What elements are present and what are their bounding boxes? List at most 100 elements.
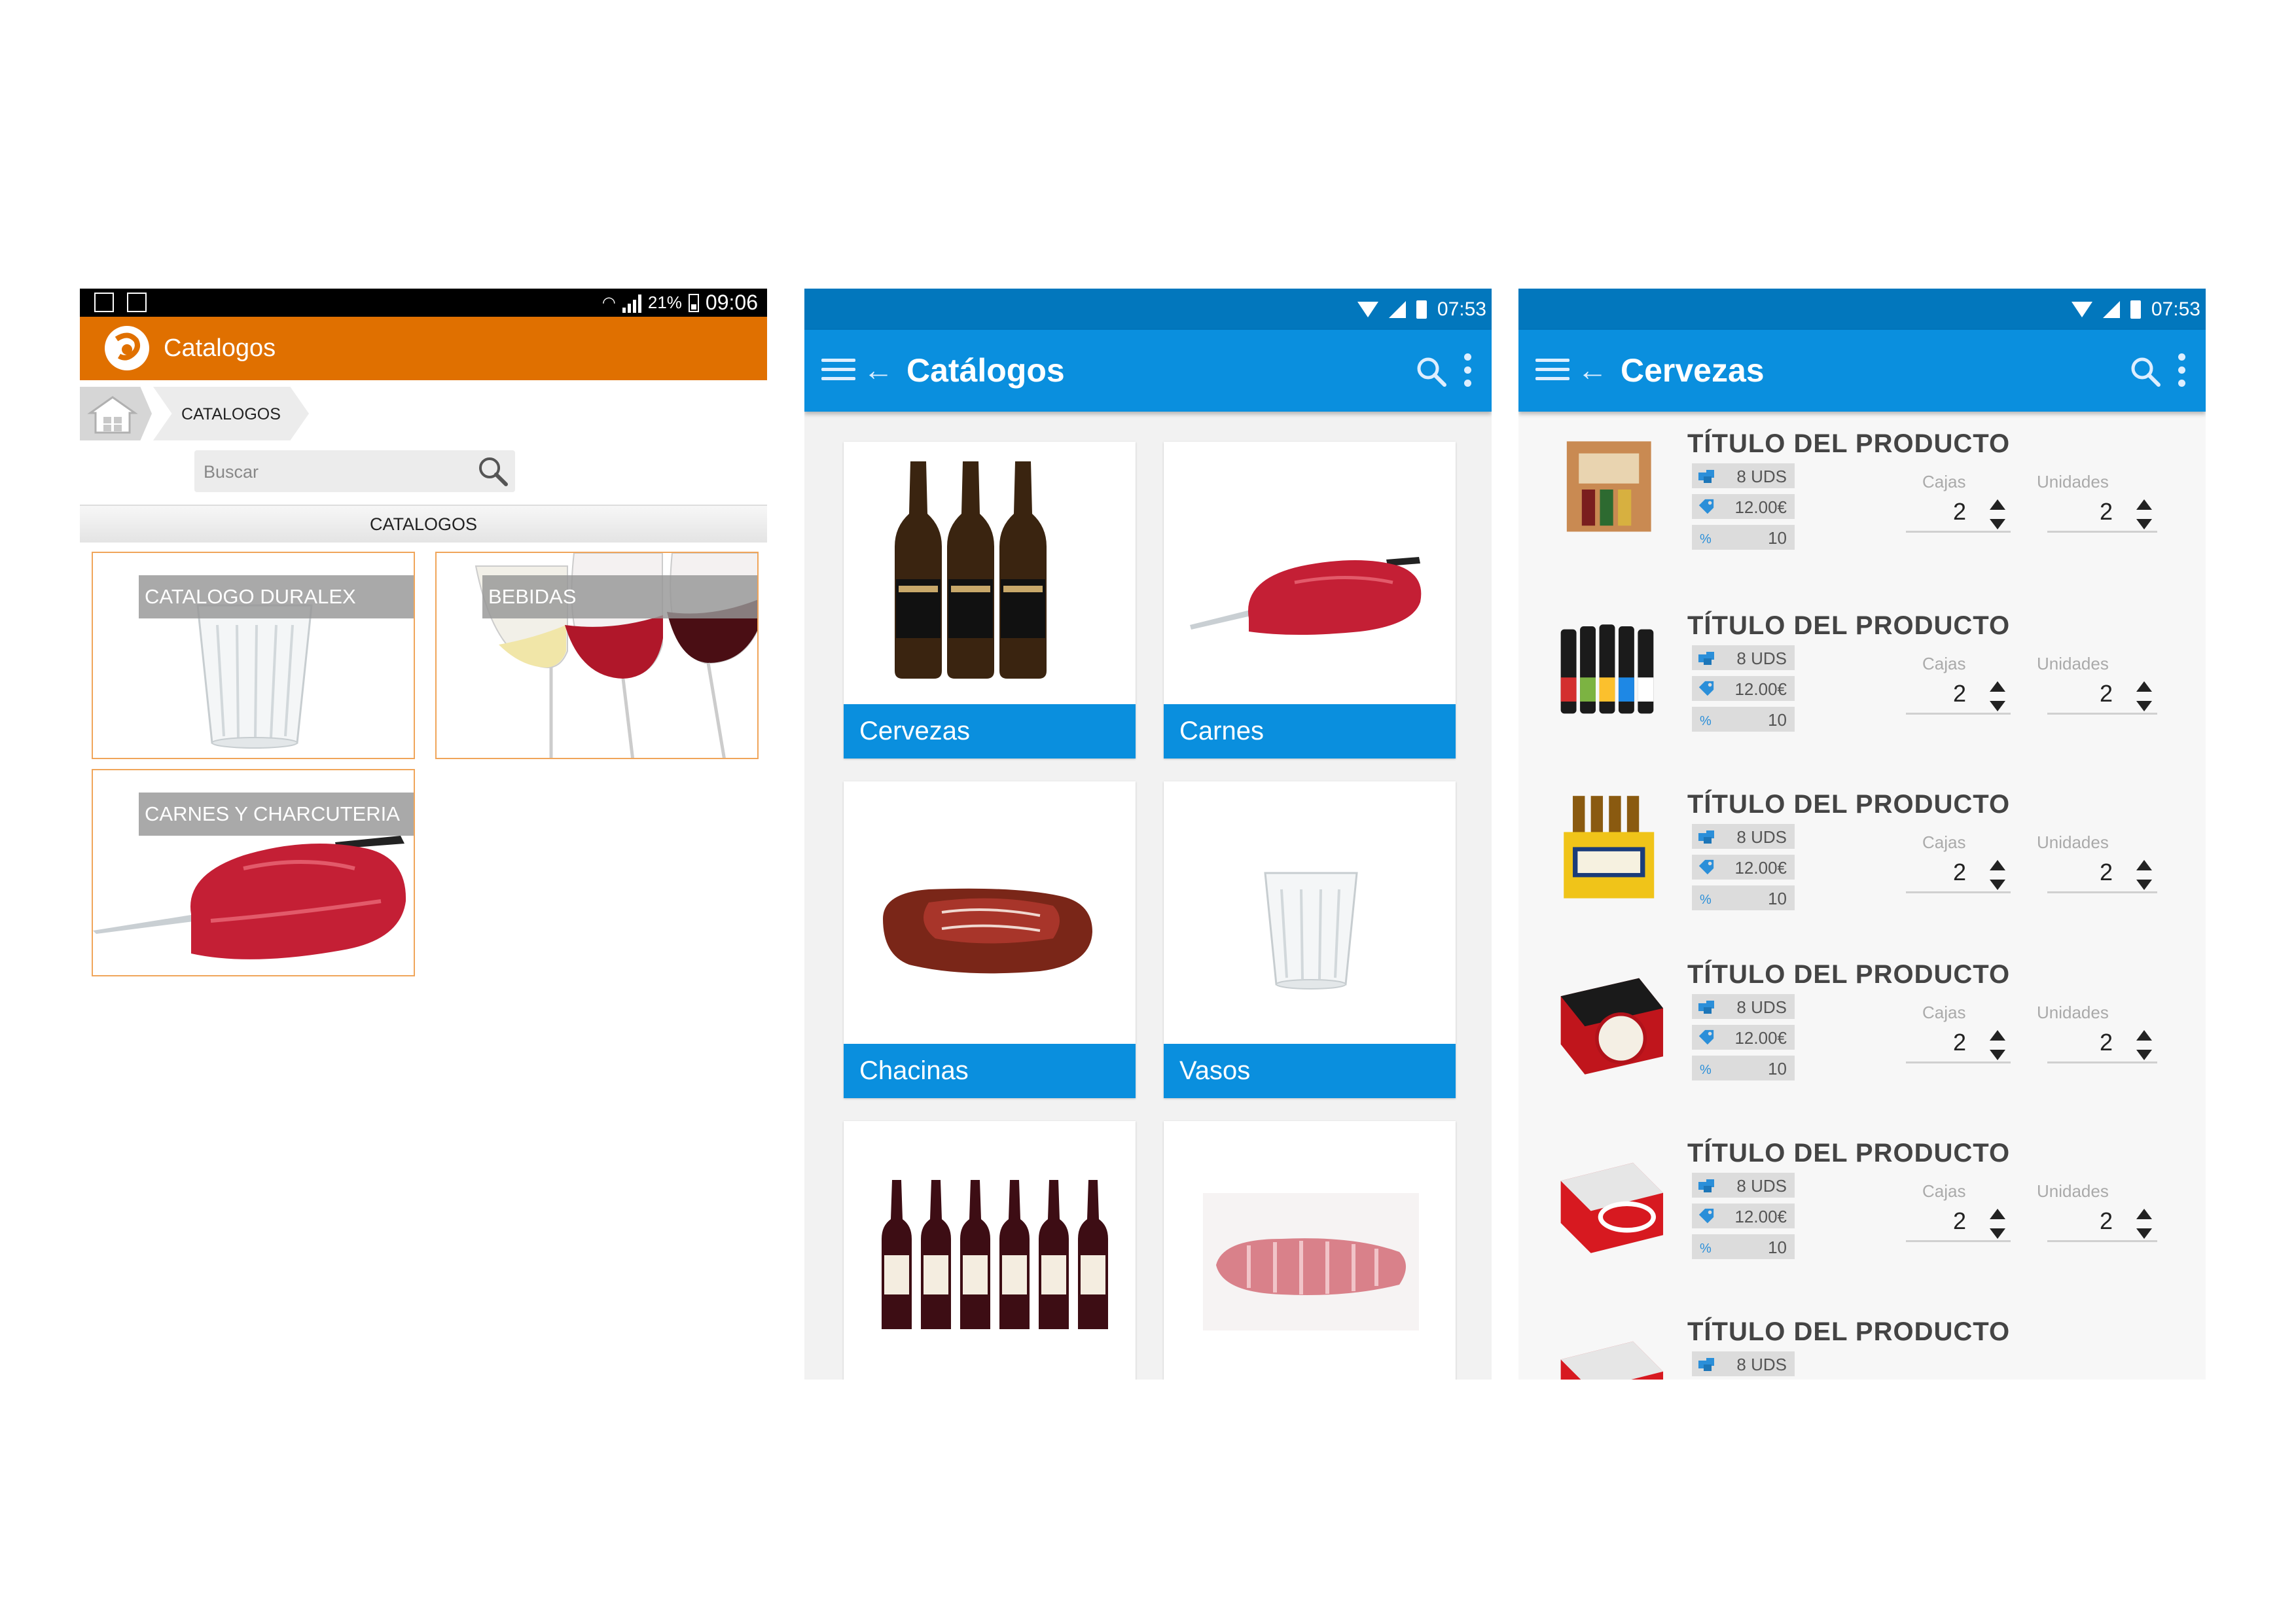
tile-label: BEBIDAS [482, 575, 757, 618]
product-title: TÍTULO DEL PRODUCTO [1687, 1317, 2011, 1346]
units-per-box: 8 UDS [1736, 1176, 1787, 1196]
catalog-tile-duralex[interactable]: CATALOGO DURALEX [92, 552, 415, 759]
product-row[interactable]: TÍTULO DEL PRODUCTO 8 UDS 12.00€% 10 Cajas 2 U… [1518, 774, 2206, 946]
catalog-card-vasos[interactable]: Vasos [1164, 781, 1456, 1098]
signal-icon [1388, 300, 1406, 318]
product-row[interactable]: TÍTULO DEL PRODUCTO 8 UDS [1518, 1301, 2206, 1380]
price-tag-icon [1698, 859, 1714, 875]
product-row[interactable]: TÍTULO DEL PRODUCTO 8 UDS 12.00€% 10 Cajas 2 U… [1518, 413, 2206, 597]
beer-bottles-image [895, 461, 1047, 679]
product-row[interactable]: TÍTULO DEL PRODUCTO 8 UDS 12.00€% 10 Cajas 2 U… [1518, 595, 2206, 776]
boxes-value[interactable]: 2 [1953, 680, 1966, 707]
product-row[interactable]: TÍTULO DEL PRODUCTO 8 UDS 12.00€% 10 Cajas 2 U… [1518, 1122, 2206, 1303]
units-per-box-badge: 8 UDS [1692, 824, 1795, 849]
price-tag-icon [1698, 681, 1714, 696]
search-icon[interactable] [1414, 355, 1448, 389]
signal-icon [2102, 300, 2120, 318]
product-title: TÍTULO DEL PRODUCTO [1687, 790, 2011, 819]
catalog-card-cervezas[interactable]: Cervezas [844, 442, 1136, 758]
price-badge: 12.00€ [1692, 1204, 1795, 1228]
price-badge: 12.00€ [1692, 855, 1795, 880]
card-label: Cervezas [844, 704, 1136, 758]
app-logo-icon[interactable] [103, 325, 151, 372]
search-input[interactable]: Buscar [194, 450, 515, 492]
product-title: TÍTULO DEL PRODUCTO [1687, 611, 2011, 640]
price: 12.00€ [1734, 858, 1787, 878]
units-value[interactable]: 2 [2100, 680, 2113, 707]
boxes-stepper-icon[interactable] [1987, 676, 2008, 715]
search-icon[interactable] [476, 454, 510, 488]
battery-icon [2130, 300, 2141, 319]
boxes-icon [1698, 652, 1714, 665]
more-options-icon[interactable] [1464, 353, 1472, 393]
units-per-box: 8 UDS [1736, 467, 1787, 486]
breadcrumb-catalogos[interactable]: CATALOGOS [153, 387, 309, 440]
catalog-card-costillas[interactable] [1164, 1121, 1456, 1380]
catalog-card-chacinas[interactable]: Chacinas [844, 781, 1136, 1098]
menu-icon[interactable] [821, 359, 855, 385]
units-label: Unidades [2037, 1181, 2109, 1201]
units-per-box-badge: 8 UDS [1692, 463, 1795, 488]
more-options-icon[interactable] [2178, 353, 2186, 393]
breadcrumb-home[interactable] [80, 387, 152, 440]
discount: 10 [1768, 528, 1787, 548]
tile-label: CARNES Y CHARCUTERIA [139, 793, 414, 836]
units-per-box: 8 UDS [1736, 827, 1787, 847]
card-label: Chacinas [844, 1044, 1136, 1098]
units-label: Unidades [2037, 654, 2109, 673]
units-stepper-icon[interactable] [2134, 676, 2155, 715]
back-arrow-icon[interactable]: ← [863, 355, 893, 385]
boxes-value[interactable]: 2 [1953, 859, 1966, 886]
discount: 10 [1768, 889, 1787, 908]
boxes-icon [1698, 1001, 1714, 1014]
boxes-stepper-icon[interactable] [1987, 855, 2008, 894]
units-per-box-badge: 8 UDS [1692, 994, 1795, 1019]
product-title: TÍTULO DEL PRODUCTO [1687, 960, 2011, 989]
boxes-value[interactable]: 2 [1953, 1029, 1966, 1056]
catalog-card-carnes[interactable]: Carnes [1164, 442, 1456, 758]
units-stepper-icon[interactable] [2134, 1025, 2155, 1064]
units-value[interactable]: 2 [2100, 1029, 2113, 1056]
search-icon[interactable] [2128, 355, 2162, 389]
product-thumbnail [1560, 978, 1664, 1075]
units-value[interactable]: 2 [2100, 859, 2113, 886]
boxes-stepper-icon[interactable] [1987, 1025, 2008, 1064]
units-per-box: 8 UDS [1736, 649, 1787, 668]
catalog-tile-bebidas[interactable]: BEBIDAS [435, 552, 759, 759]
percent-icon: % [1700, 1241, 1712, 1255]
units-stepper-icon[interactable] [2134, 494, 2155, 533]
product-list-screen: 07:53 ← Cervezas TÍTULO DEL PRODUCTO 8 UD… [1518, 289, 2206, 1380]
product-thumbnail [1566, 441, 1651, 532]
back-arrow-icon[interactable]: ← [1577, 355, 1607, 385]
svg-text:%: % [1700, 532, 1712, 546]
boxes-label: Cajas [1922, 654, 1966, 673]
glass-image [1264, 872, 1358, 990]
boxes-value[interactable]: 2 [1953, 1207, 1966, 1235]
units-label: Unidades [2037, 832, 2109, 852]
boxes-stepper-icon[interactable] [1987, 1204, 2008, 1243]
app-title: Catalogos [164, 334, 276, 362]
catalog-screen-material: 07:53 ← Catálogos Cervezas Carnes Chacin… [804, 289, 1492, 1380]
catalog-tile-carnes[interactable]: CARNES Y CHARCUTERIA [92, 769, 415, 976]
price: 12.00€ [1734, 679, 1787, 699]
menu-icon[interactable] [1535, 359, 1570, 385]
discount-badge: % 10 [1692, 885, 1795, 910]
discount-badge: % 10 [1692, 1234, 1795, 1259]
boxes-value[interactable]: 2 [1953, 498, 1966, 526]
percent-icon: % [1700, 532, 1712, 546]
price-tag-icon [1698, 1029, 1714, 1045]
boxes-stepper-icon[interactable] [1987, 494, 2008, 533]
units-stepper-icon[interactable] [2134, 1204, 2155, 1243]
price-tag-icon [1698, 499, 1714, 514]
catalog-card-vinos[interactable] [844, 1121, 1136, 1380]
units-value[interactable]: 2 [2100, 1207, 2113, 1235]
svg-text:%: % [1700, 893, 1712, 906]
units-stepper-icon[interactable] [2134, 855, 2155, 894]
boxes-icon [1698, 470, 1714, 483]
price-badge: 12.00€ [1692, 676, 1795, 701]
tile-label: CATALOGO DURALEX [139, 575, 414, 618]
product-row[interactable]: TÍTULO DEL PRODUCTO 8 UDS 12.00€% 10 Cajas 2 U… [1518, 944, 2206, 1124]
product-title: TÍTULO DEL PRODUCTO [1687, 429, 2011, 458]
wifi-icon [2071, 301, 2092, 317]
units-value[interactable]: 2 [2100, 498, 2113, 526]
